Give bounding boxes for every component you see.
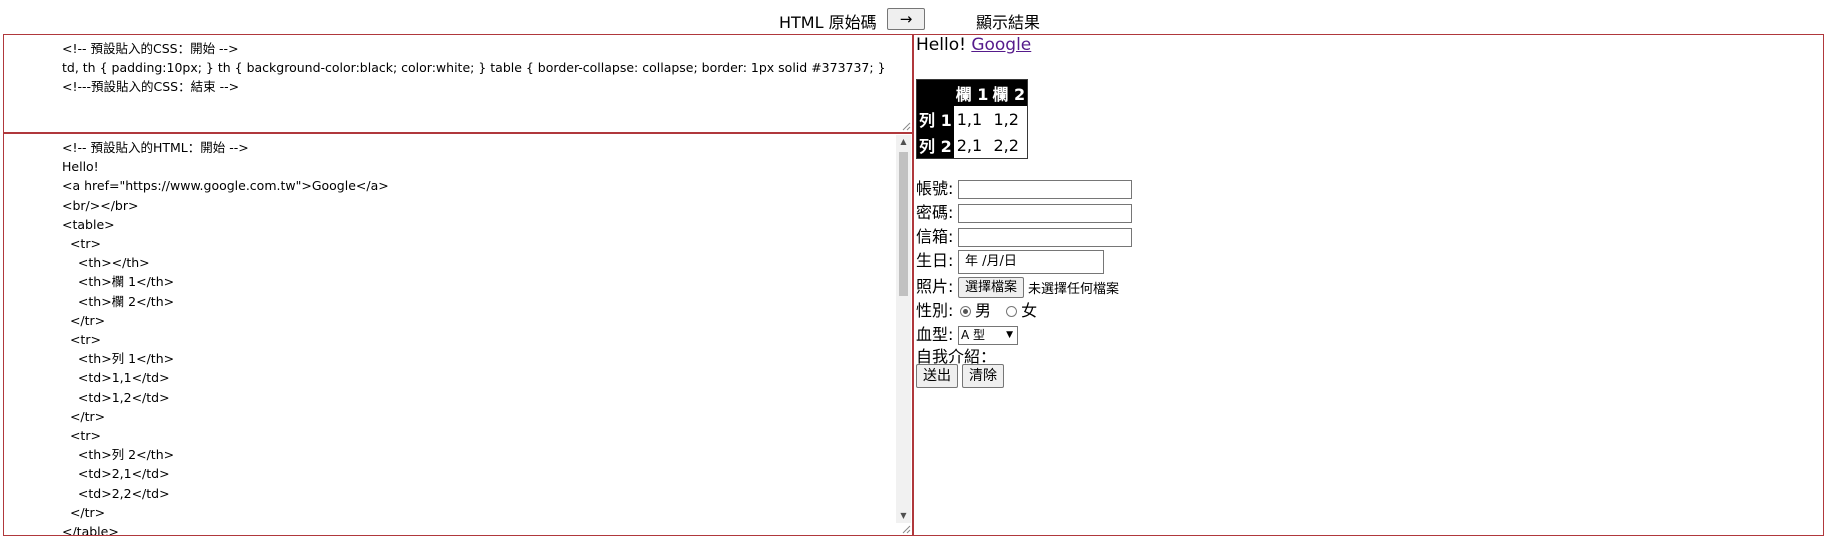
gender-female-label: 女 xyxy=(1021,301,1038,320)
account-input[interactable] xyxy=(958,180,1132,199)
blood-label: 血型: xyxy=(916,325,954,344)
photo-label: 照片: xyxy=(916,277,954,296)
result-panel: Hello! Google 欄 1 欄 2 列 1 1,1 1,2 列 2 2,… xyxy=(913,34,1824,536)
source-code-label: HTML 原始碼 xyxy=(779,13,877,32)
birthday-label: 生日: xyxy=(916,251,954,270)
html-code-text[interactable]: <!-- 預設貼入的HTML：開始 --> Hello! <a href="ht… xyxy=(62,138,892,535)
css-editor[interactable]: <!-- 預設貼入的CSS：開始 --> td, th { padding:10… xyxy=(3,34,913,133)
html-editor[interactable]: <!-- 預設貼入的HTML：開始 --> Hello! <a href="ht… xyxy=(3,133,913,536)
blood-row: 血型: A 型 ▼ xyxy=(916,321,1018,345)
css-code-text[interactable]: <!-- 預設貼入的CSS：開始 --> td, th { padding:10… xyxy=(62,39,892,97)
password-row: 密碼: xyxy=(916,199,1132,223)
demo-table: 欄 1 欄 2 列 1 1,1 1,2 列 2 2,1 2,2 xyxy=(916,79,1029,159)
table-cell: 2,1 xyxy=(956,135,983,155)
table-header-cell: 欄 1 xyxy=(953,79,991,106)
render-arrow-button[interactable]: → xyxy=(887,8,925,30)
table-cell: 1,1 xyxy=(956,109,983,129)
account-row: 帳號: xyxy=(916,175,1132,199)
file-status-text: 未選擇任何檔案 xyxy=(1028,282,1120,297)
table-cell: 2,2 xyxy=(993,135,1019,155)
action-buttons: 送出 清除 xyxy=(916,364,1008,388)
gender-male-label: 男 xyxy=(975,301,992,320)
table-row-header: 列 2 xyxy=(916,132,954,159)
choose-file-button[interactable]: 選擇檔案 xyxy=(958,277,1025,298)
photo-row: 照片: 選擇檔案 未選擇任何檔案 xyxy=(916,273,1119,298)
account-label: 帳號: xyxy=(916,179,954,198)
resize-grip-icon[interactable] xyxy=(901,121,911,131)
header-bar: HTML 原始碼 → 顯示結果 xyxy=(0,6,1826,32)
email-input[interactable] xyxy=(958,228,1132,247)
resize-grip-icon[interactable] xyxy=(901,524,911,534)
hello-text: Hello! xyxy=(916,35,966,55)
scrollbar-thumb[interactable] xyxy=(899,152,908,296)
table-row: 列 1 1,1 1,2 xyxy=(916,106,1028,132)
blood-type-value: A 型 xyxy=(961,328,986,342)
gender-male-radio[interactable] xyxy=(960,306,971,317)
table-header-cell xyxy=(916,79,954,106)
result-label: 顯示結果 xyxy=(976,13,1041,32)
scroll-up-arrow-icon[interactable]: ▲ xyxy=(896,135,911,149)
scroll-down-arrow-icon[interactable]: ▼ xyxy=(896,509,911,523)
google-link[interactable]: Google xyxy=(971,35,1031,55)
password-input[interactable] xyxy=(958,204,1132,223)
table-cell: 1,2 xyxy=(993,109,1019,129)
chevron-down-icon: ▼ xyxy=(1006,330,1013,340)
birthday-row: 生日: 年 /月/日 xyxy=(916,247,1104,274)
table-row-header: 列 1 xyxy=(916,106,954,132)
gender-female-radio[interactable] xyxy=(1006,306,1018,317)
email-label: 信箱: xyxy=(916,227,954,246)
table-row: 列 2 2,1 2,2 xyxy=(916,132,1028,159)
birthday-date-input[interactable]: 年 /月/日 xyxy=(958,249,1104,274)
table-header-row: 欄 1 欄 2 xyxy=(916,79,1028,106)
hello-line: Hello! Google xyxy=(916,35,1031,55)
email-row: 信箱: xyxy=(916,223,1132,247)
table-header-cell: 欄 2 xyxy=(990,79,1028,106)
password-label: 密碼: xyxy=(916,203,954,222)
submit-button[interactable]: 送出 xyxy=(916,364,958,388)
html-editor-scrollbar[interactable]: ▲ ▼ xyxy=(896,135,911,523)
clear-button[interactable]: 清除 xyxy=(962,364,1004,388)
gender-row: 性別: 男 女 xyxy=(916,297,1037,321)
gender-label: 性別: xyxy=(916,301,954,320)
